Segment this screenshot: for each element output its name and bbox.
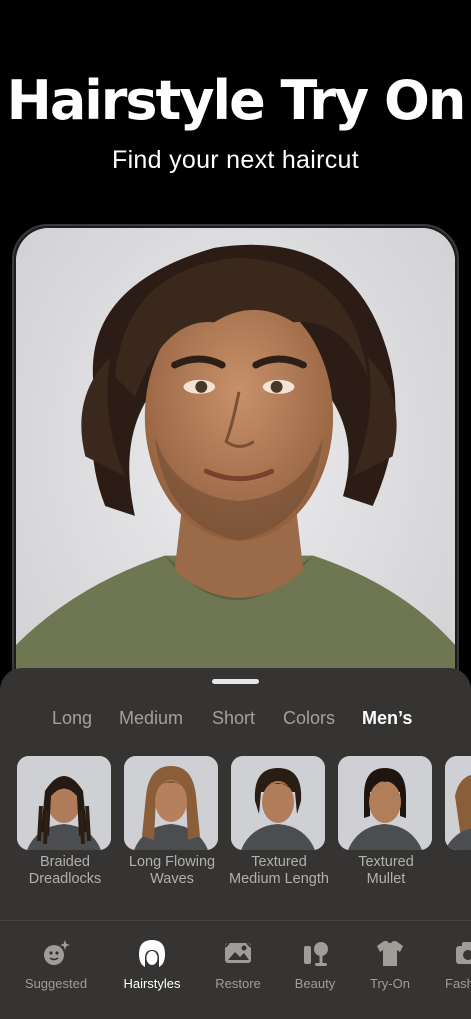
style-card-braided-dreadlocks[interactable]: Braided Dreadlocks — [17, 756, 113, 888]
nav-label: Try-On — [370, 976, 410, 991]
sheet-grabber[interactable] — [212, 679, 259, 684]
style-card-long-flowing-waves[interactable]: Long Flowing Waves — [124, 756, 220, 888]
hair-icon — [139, 940, 165, 967]
app-screen: Hairstyle Try On Find your next haircut — [0, 0, 471, 1019]
bottom-nav: Suggested Hairstyles Restore Beauty Try-… — [0, 930, 471, 1000]
style-label: Braided Dreadlocks — [28, 854, 102, 887]
style-thumbnail — [124, 756, 218, 850]
style-card-partial[interactable] — [445, 756, 471, 850]
style-label: Textured Medium Length — [229, 854, 329, 887]
style-label: Textured Mullet — [358, 854, 414, 887]
sparkle-face-icon — [44, 940, 70, 965]
style-card-textured-medium-length[interactable]: Textured Medium Length — [229, 756, 329, 888]
tab-medium[interactable]: Medium — [119, 706, 183, 730]
nav-beauty[interactable]: Beauty — [275, 930, 355, 991]
tab-long[interactable]: Long — [52, 706, 92, 730]
nav-label: Fash — [445, 976, 471, 991]
nav-label: Hairstyles — [123, 976, 181, 991]
style-thumbnail — [231, 756, 325, 850]
style-thumbnail — [338, 756, 432, 850]
nav-hairstyles[interactable]: Hairstyles — [112, 930, 192, 991]
nav-restore[interactable]: Restore — [198, 930, 278, 991]
restore-photo-icon — [224, 942, 252, 963]
shirt-icon — [377, 941, 403, 966]
hero-title: Hairstyle Try On — [6, 69, 467, 132]
tab-colors[interactable]: Colors — [283, 706, 335, 730]
category-tabs: Long Medium Short Colors Men’s — [0, 706, 471, 734]
style-thumbnail — [17, 756, 111, 850]
style-card-textured-mullet[interactable]: Textured Mullet — [338, 756, 434, 888]
tab-short[interactable]: Short — [212, 706, 255, 730]
nav-fashion[interactable]: Fash — [432, 930, 471, 991]
nav-suggested[interactable]: Suggested — [16, 930, 96, 991]
tab-mens[interactable]: Men’s — [362, 706, 412, 730]
nav-label: Restore — [215, 976, 261, 991]
beauty-mirror-icon — [304, 942, 328, 966]
camera-icon — [456, 942, 471, 964]
style-thumbnail — [445, 756, 471, 850]
nav-label: Suggested — [24, 976, 88, 991]
hairstyle-carousel: Braided Dreadlocks Long Flowing Waves Te… — [0, 756, 471, 896]
nav-label: Beauty — [294, 976, 336, 991]
nav-divider — [0, 920, 471, 921]
style-label: Long Flowing Waves — [128, 854, 216, 887]
style-sheet: Long Medium Short Colors Men’s Braided D… — [0, 668, 471, 1019]
nav-try-on[interactable]: Try-On — [350, 930, 430, 991]
hero-subtitle: Find your next haircut — [112, 146, 359, 174]
